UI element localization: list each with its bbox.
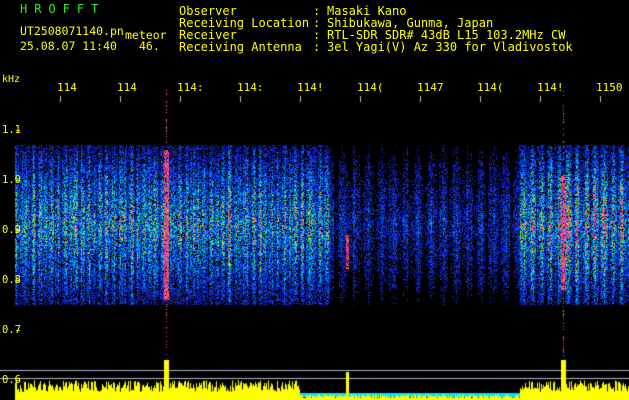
file-name: UT2508071140.pn	[20, 24, 124, 38]
y-tick-label: 0.7	[2, 324, 21, 336]
waterfall-spectrogram	[0, 0, 629, 400]
y-tick-label: 1.1	[2, 124, 21, 136]
info-separator: :	[313, 40, 321, 54]
waterfall-screen: HROFFT UT2508071140.pn meteor 25.08.07 1…	[0, 0, 629, 400]
x-tick-label: 1150	[596, 81, 623, 94]
app-title: HROFFT	[20, 2, 106, 16]
y-tick-label: 0.6	[2, 374, 21, 386]
x-tick-label: 1147	[417, 81, 444, 94]
x-tick-label: 114:	[177, 81, 204, 94]
y-tick-label: 0.8	[2, 274, 21, 286]
info-key-antenna: Receiving Antenna	[179, 40, 302, 54]
y-tick-label: 1.0	[2, 174, 21, 186]
capture-seconds: 46.	[139, 39, 160, 53]
x-tick-label: 114!	[297, 81, 324, 94]
x-tick-label: 114(	[477, 81, 504, 94]
y-tick-label: 0.9	[2, 224, 21, 236]
x-tick-label: 114:	[237, 81, 264, 94]
x-tick-label: 114!	[537, 81, 564, 94]
info-value-antenna: 3el Yagi(V) Az 330 for Vladivostok	[327, 40, 573, 54]
x-tick-label: 114	[117, 81, 137, 94]
x-tick-label: 114	[57, 81, 77, 94]
y-axis-unit: kHz	[2, 74, 21, 85]
capture-datetime: 25.08.07 11:40	[20, 39, 117, 53]
x-tick-label: 114(	[357, 81, 384, 94]
